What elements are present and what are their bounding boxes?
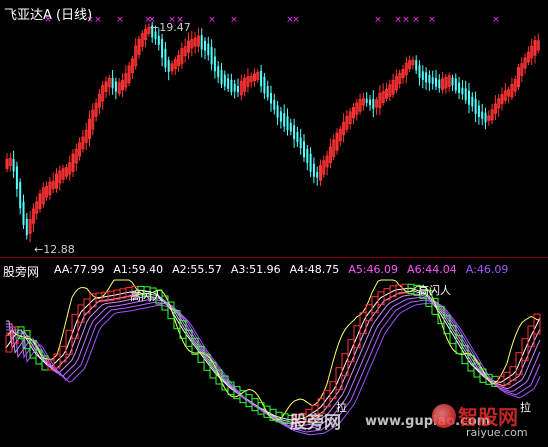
candle-body-down — [428, 74, 431, 84]
signal-mark-icon: × — [394, 15, 402, 25]
chart-window: × × × × × × × × × × × × × × × × × × 飞亚达A (日线) ←19.47 ←12.… — [0, 0, 548, 447]
candle-body-down — [481, 111, 484, 119]
candle-body-down — [217, 66, 220, 78]
candle-body-down — [415, 60, 418, 71]
candle-body-down — [458, 82, 461, 93]
candle-body-down — [461, 87, 464, 95]
candle-body-down — [22, 201, 25, 226]
brand-logo-icon — [432, 404, 456, 428]
value-a3: A3:51.96 — [230, 263, 281, 276]
candle-body-down — [233, 83, 236, 92]
candle-body-down — [230, 79, 233, 93]
candle-body-down — [111, 78, 114, 89]
candle-body-down — [421, 71, 424, 80]
candle-body-down — [164, 48, 167, 68]
candle-body-down — [309, 153, 312, 172]
value-a5: A5:46.09 — [348, 263, 399, 276]
low-price-label: ←12.88 — [34, 243, 75, 256]
candle-body-down — [365, 98, 368, 104]
candle-body-down — [273, 99, 276, 110]
candle-body-down — [207, 43, 210, 56]
candle-body-down — [279, 111, 282, 122]
value-a4: A4:48.75 — [289, 263, 340, 276]
value-a1: A1:59.40 — [113, 263, 164, 276]
candle-body-down — [263, 76, 266, 94]
peak-arrow-icon: ← — [150, 21, 160, 34]
candle-body-down — [435, 78, 437, 87]
low-arrow-icon: ← — [34, 243, 44, 256]
candle-body-down — [464, 88, 467, 101]
candle-body-down — [266, 86, 269, 98]
candle-body-down — [161, 38, 164, 58]
candle-body-down — [451, 77, 454, 86]
signal-mark-icon: × — [412, 15, 420, 25]
value-a6: A6:44.04 — [407, 263, 457, 276]
pull-marker-2: 拉 — [520, 401, 531, 414]
stock-title: 飞亚达A (日线) — [4, 8, 93, 23]
candle-body-down — [167, 60, 170, 72]
candle-body-down — [474, 98, 477, 114]
signal-mark-icon: × — [492, 15, 500, 25]
candle-body-down — [299, 137, 302, 149]
candle-body-down — [369, 99, 371, 106]
candle-body-down — [283, 113, 286, 127]
candle-body-down — [237, 86, 239, 93]
value-a2: A2:55.57 — [172, 263, 222, 276]
candle-body-down — [372, 98, 375, 109]
signal-mark-icon: × — [94, 15, 102, 25]
candle-body-down — [418, 65, 421, 78]
candle-body-down — [12, 159, 15, 172]
candle-body-down — [223, 74, 226, 87]
candlestick-chart[interactable]: × × × × ×× × × × × ×× × × × × × × — [0, 0, 548, 258]
candle-body-down — [312, 163, 315, 177]
candle-body-down — [477, 105, 480, 117]
indicator-name: 股旁网 — [3, 265, 40, 279]
candle-body-down — [316, 171, 319, 178]
price-panel[interactable]: × × × × × × × × × × × × × × × × × × 飞亚达A (日线) ←19.47 ←12.… — [0, 0, 548, 258]
candle-body-down — [303, 141, 305, 158]
candle-body-down — [484, 112, 487, 123]
candle-body-down — [306, 148, 309, 164]
candle-body-down — [25, 218, 28, 236]
peak-price-label: ←19.47 — [150, 21, 191, 34]
signal-mark-icon: × — [292, 15, 300, 25]
candle-body-down — [220, 70, 223, 85]
candle-body-down — [200, 35, 203, 50]
candle-body-down — [425, 72, 428, 83]
watermark-left: 股旁网 — [290, 413, 341, 433]
candle-body-down — [471, 96, 474, 107]
candle-body-down — [157, 35, 160, 45]
candle-body-down — [270, 92, 272, 104]
candle-body-down — [454, 78, 457, 91]
flash-label-1: 高闪人 — [130, 290, 163, 303]
candle-body-down — [210, 46, 213, 65]
candle-body-down — [438, 79, 441, 89]
value-aa: AA:77.99 — [54, 263, 105, 276]
indicator-panel[interactable]: 股旁网 AA:77.99 A1:59.40 A2:55.57 A3:51.96 … — [0, 258, 548, 447]
candle-body-down — [296, 131, 299, 143]
signal-mark-icon: × — [116, 15, 124, 25]
signal-mark-icon: × — [230, 15, 238, 25]
candle-body-down — [19, 181, 22, 209]
signal-mark-icon: × — [374, 15, 382, 25]
signal-mark-icon: × — [208, 15, 216, 25]
candle-body-down — [289, 122, 292, 132]
candle-body-down — [293, 125, 296, 139]
candle-body-down — [213, 56, 216, 72]
indicator-values: AA:77.99 A1:59.40 A2:55.57 A3:51.96 A4:4… — [54, 263, 508, 276]
flash-label-2: 高闪人 — [418, 284, 451, 297]
watermark-domain: raiyue.com — [466, 426, 528, 439]
candle-body-down — [15, 166, 18, 190]
candle-body-down — [204, 40, 206, 51]
signal-mark-icon: × — [428, 15, 436, 25]
signal-mark-icon: × — [402, 15, 410, 25]
candle-body-down — [431, 77, 434, 85]
candle-body-down — [286, 116, 289, 131]
value-a: A:46.09 — [465, 263, 509, 276]
candle-body-down — [468, 90, 470, 105]
candle-body-down — [227, 78, 230, 89]
candle-body-down — [114, 81, 117, 92]
candle-body-down — [260, 70, 263, 87]
candle-body-down — [276, 105, 279, 118]
